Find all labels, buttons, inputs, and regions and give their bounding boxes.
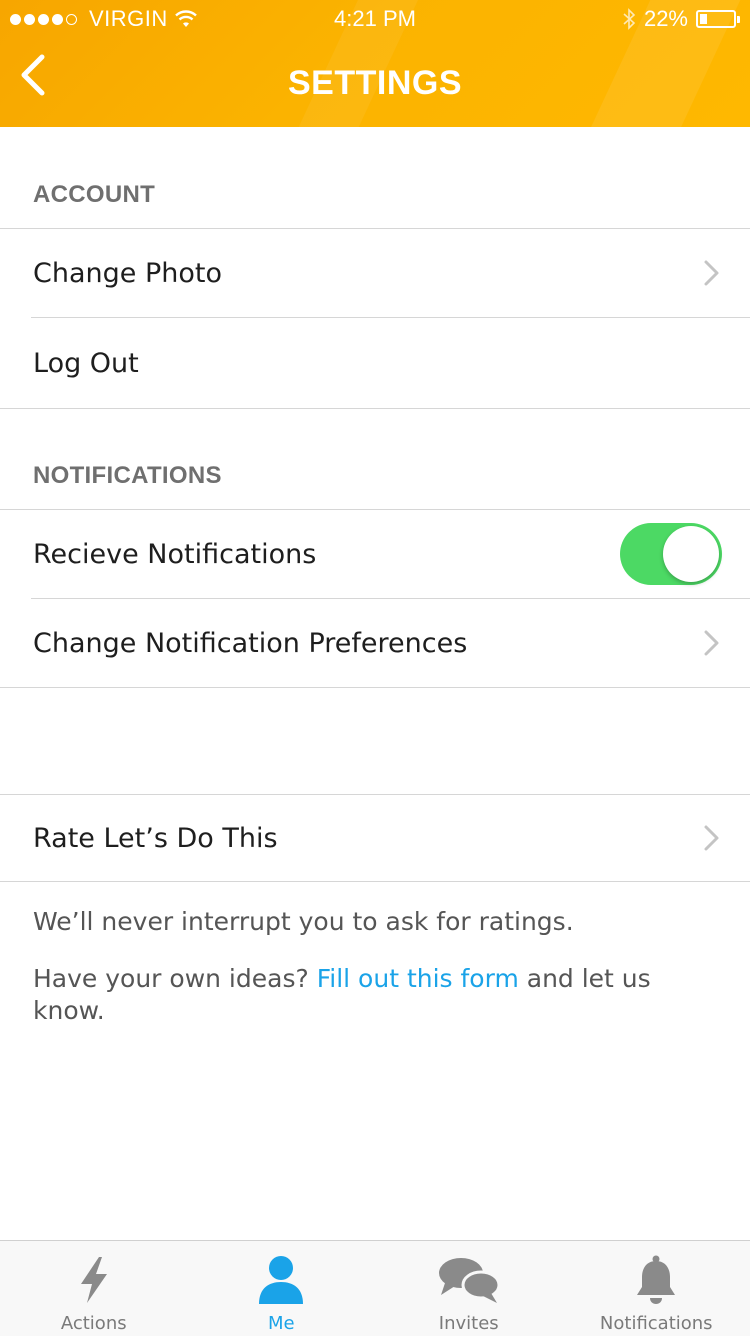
section-header-notifications: NOTIFICATIONS — [33, 462, 222, 489]
receive-notifications-row: Recieve Notifications — [0, 510, 750, 598]
notification-preferences-label: Change Notification Preferences — [33, 627, 468, 659]
tab-label: Invites — [438, 1313, 499, 1334]
nav-header: VIRGIN 4:21 PM 22% SETTINGS — [0, 0, 750, 127]
section-header-account: ACCOUNT — [33, 181, 156, 208]
ratings-note: We’ll never interrupt you to ask for rat… — [33, 907, 574, 936]
battery-percent: 22% — [643, 6, 688, 31]
rate-app-label: Rate Let’s Do This — [33, 822, 278, 854]
battery-icon — [696, 10, 740, 28]
tab-label: Notifications — [599, 1313, 713, 1334]
notification-preferences-row[interactable]: Change Notification Preferences — [0, 599, 750, 687]
chevron-right-icon — [704, 260, 719, 286]
feedback-prefix: Have your own ideas? — [33, 963, 317, 993]
toggle-knob — [663, 526, 719, 582]
log-out-label: Log Out — [33, 347, 139, 379]
receive-notifications-label: Recieve Notifications — [33, 538, 317, 570]
tab-me[interactable]: Me — [188, 1241, 376, 1336]
divider — [0, 881, 750, 882]
chevron-right-icon — [704, 825, 719, 851]
page-title: SETTINGS — [287, 64, 463, 102]
tab-invites[interactable]: Invites — [375, 1241, 563, 1336]
chevron-right-icon — [704, 630, 719, 656]
tab-notifications[interactable]: Notifications — [563, 1241, 750, 1336]
lightning-icon — [80, 1257, 107, 1303]
bell-icon — [637, 1255, 676, 1304]
change-photo-row[interactable]: Change Photo — [0, 229, 750, 317]
info-text: We’ll never interrupt you to ask for rat… — [0, 906, 750, 1028]
change-photo-label: Change Photo — [33, 257, 222, 289]
person-icon — [259, 1256, 304, 1304]
chat-bubbles-icon — [438, 1258, 501, 1303]
log-out-row[interactable]: Log Out — [0, 318, 750, 408]
tab-label: Me — [267, 1313, 295, 1334]
tab-actions[interactable]: Actions — [0, 1241, 188, 1336]
rate-app-row[interactable]: Rate Let’s Do This — [0, 795, 750, 881]
tab-bar: Actions Me Invites Notifications — [0, 1240, 750, 1336]
status-bar: VIRGIN 4:21 PM 22% — [0, 0, 750, 40]
feedback-note: Have your own ideas? Fill out this form … — [33, 963, 730, 1028]
tab-label: Actions — [60, 1313, 127, 1334]
bluetooth-icon — [623, 8, 636, 30]
feedback-form-link[interactable]: Fill out this form — [317, 964, 519, 993]
battery-level — [700, 14, 707, 24]
receive-notifications-toggle[interactable] — [620, 523, 722, 585]
settings-list: ACCOUNT Change Photo Log Out NOTIFICATIO… — [0, 127, 750, 1028]
